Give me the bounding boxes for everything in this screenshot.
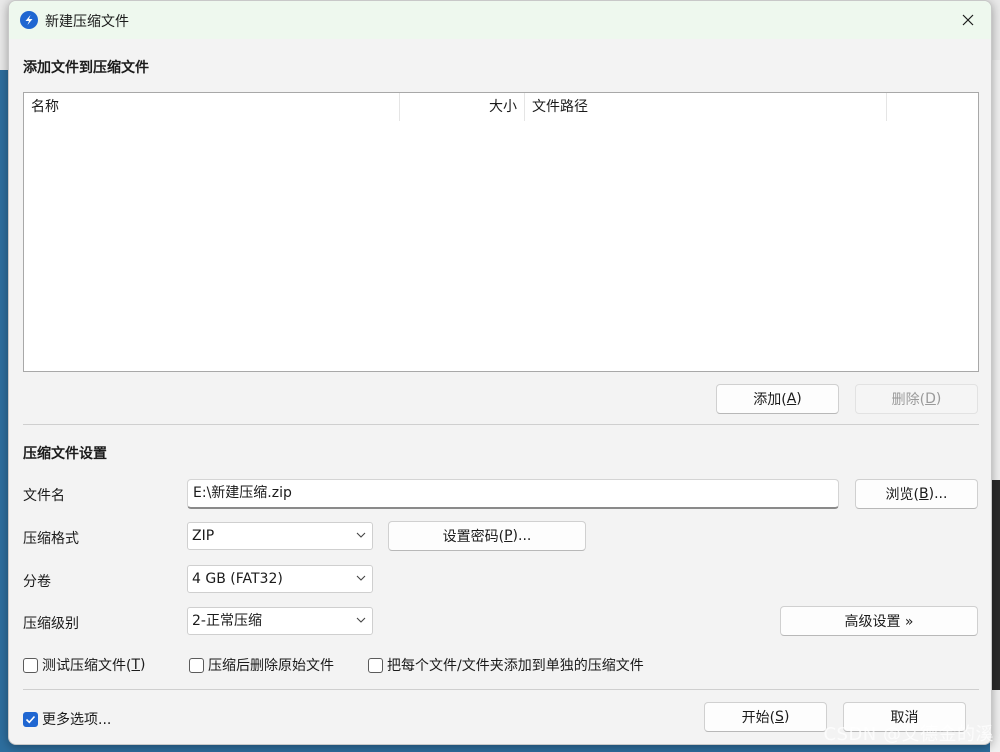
more-options-checkbox[interactable]: 更多选项... [23,709,111,729]
split-label: 分卷 [23,574,51,590]
archive-settings-section-title: 压缩文件设置 [23,446,107,462]
level-label: 压缩级别 [23,616,79,632]
app-logo-icon [20,11,38,29]
checkmark-icon [25,715,36,723]
start-button[interactable]: 开始(S) [704,702,827,732]
filename-input[interactable]: E:\新建压缩.zip [187,479,839,509]
chevron-down-icon [356,532,366,538]
file-list[interactable]: 名称 大小 文件路径 [23,92,979,372]
separate-archives-checkbox[interactable]: 把每个文件/文件夹添加到单独的压缩文件 [368,655,644,675]
chevron-down-icon [356,617,366,623]
checkbox-box[interactable] [368,657,383,673]
delete-after-checkbox[interactable]: 压缩后删除原始文件 [189,655,334,675]
column-header-size[interactable]: 大小 [400,93,525,121]
watermark: CSDN @艾德金的溪 [823,724,994,745]
filename-label: 文件名 [23,488,65,504]
test-archive-checkbox[interactable]: 测试压缩文件(T) [23,655,146,675]
format-label: 压缩格式 [23,531,79,547]
delete-button[interactable]: 删除(D) [855,384,978,414]
set-password-button[interactable]: 设置密码(P)... [388,521,586,551]
footer-divider [23,689,979,690]
level-select[interactable]: 2-正常压缩 [187,607,373,635]
checkbox-box[interactable] [23,657,38,673]
new-archive-dialog: 新建压缩文件 添加文件到压缩文件 名称 大小 文件路径 添加(A) 删除(D) … [8,0,992,745]
checkbox-box[interactable] [23,711,38,727]
advanced-settings-button[interactable]: 高级设置 » [780,606,978,636]
add-files-section-title: 添加文件到压缩文件 [23,60,149,76]
format-select[interactable]: ZIP [187,522,373,550]
column-header-name[interactable]: 名称 [24,93,400,121]
desktop-background-dark-strip [992,480,1000,690]
close-button[interactable] [945,1,991,39]
column-header-path[interactable]: 文件路径 [525,93,887,121]
add-button[interactable]: 添加(A) [716,384,839,414]
split-select[interactable]: 4 GB (FAT32) [187,565,373,593]
browse-button[interactable]: 浏览(B)... [855,479,978,509]
chevron-down-icon [356,575,366,581]
window-title: 新建压缩文件 [45,14,129,30]
section-divider [23,424,979,425]
close-icon [962,14,974,26]
checkbox-box[interactable] [189,657,204,673]
title-bar: 新建压缩文件 [9,1,991,39]
